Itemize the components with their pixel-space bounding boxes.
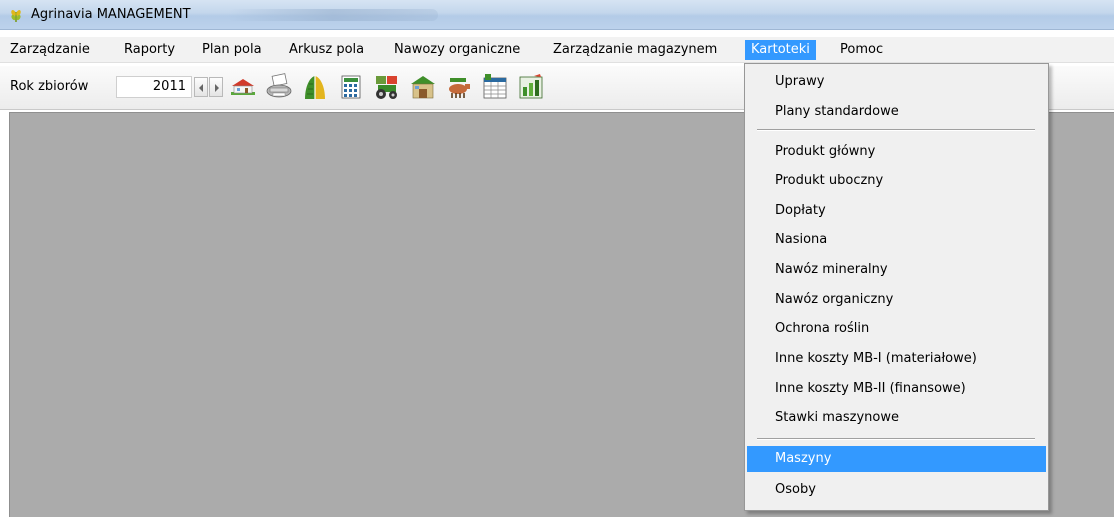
menu-item-nawoz-organiczny[interactable]: Nawóz organiczny [747, 287, 1046, 313]
menu-item-plany-standardowe[interactable]: Plany standardowe [747, 99, 1046, 125]
title-bar: Agrinavia MANAGEMENT [0, 0, 1114, 30]
menu-separator [757, 129, 1035, 131]
menu-item-osoby[interactable]: Osoby [747, 477, 1046, 503]
menu-zarzadzanie-magazynem[interactable]: Zarządzanie magazynem [547, 40, 723, 60]
year-input[interactable]: 2011 [116, 76, 192, 98]
menu-item-inne-koszty-mb-i[interactable]: Inne koszty MB-I (materiałowe) [747, 346, 1046, 372]
menu-plan-pola[interactable]: Plan pola [196, 40, 268, 60]
calculator-sheet-icon[interactable] [336, 72, 366, 102]
chart-edit-icon[interactable] [516, 72, 546, 102]
storage-shed-icon[interactable] [408, 72, 438, 102]
menu-arkusz-pola[interactable]: Arkusz pola [283, 40, 370, 60]
menu-kartoteki[interactable]: Kartoteki [745, 40, 816, 60]
menu-item-nasiona[interactable]: Nasiona [747, 227, 1046, 253]
menu-item-uprawy[interactable]: Uprawy [747, 69, 1046, 95]
menu-bar: Zarządzanie Raporty Plan pola Arkusz pol… [0, 37, 1114, 63]
menu-zarzadzanie[interactable]: Zarządzanie [4, 40, 96, 60]
year-decrement-button[interactable] [194, 77, 208, 97]
menu-item-ochrona-roslin[interactable]: Ochrona roślin [747, 316, 1046, 342]
report-table-icon[interactable] [480, 72, 510, 102]
menu-nawozy-organiczne[interactable]: Nawozy organiczne [388, 40, 526, 60]
menu-item-inne-koszty-mb-ii[interactable]: Inne koszty MB-II (finansowe) [747, 376, 1046, 402]
year-label: Rok zbiorów [10, 79, 89, 94]
menu-pomoc[interactable]: Pomoc [834, 40, 889, 60]
menu-item-doplaty[interactable]: Dopłaty [747, 198, 1046, 224]
menu-separator [757, 438, 1035, 440]
blurred-title-text [228, 9, 438, 21]
menu-item-stawki-maszynowe[interactable]: Stawki maszynowe [747, 405, 1046, 431]
menu-item-produkt-glowny[interactable]: Produkt główny [747, 139, 1046, 165]
farm-house-icon[interactable] [228, 72, 258, 102]
machinery-tractor-icon[interactable] [372, 72, 402, 102]
printer-icon[interactable] [264, 72, 294, 102]
wheat-logo-icon [11, 9, 21, 22]
menu-item-maszyny[interactable]: Maszyny [747, 446, 1046, 472]
menu-item-produkt-uboczny[interactable]: Produkt uboczny [747, 168, 1046, 194]
crop-field-icon[interactable] [300, 72, 330, 102]
menu-raporty[interactable]: Raporty [118, 40, 181, 60]
livestock-icon[interactable] [444, 72, 474, 102]
year-increment-button[interactable] [209, 77, 223, 97]
kartoteki-dropdown: Uprawy Plany standardowe Produkt główny … [744, 63, 1049, 511]
window-title: Agrinavia MANAGEMENT [31, 7, 191, 22]
menu-item-nawoz-mineralny[interactable]: Nawóz mineralny [747, 257, 1046, 283]
